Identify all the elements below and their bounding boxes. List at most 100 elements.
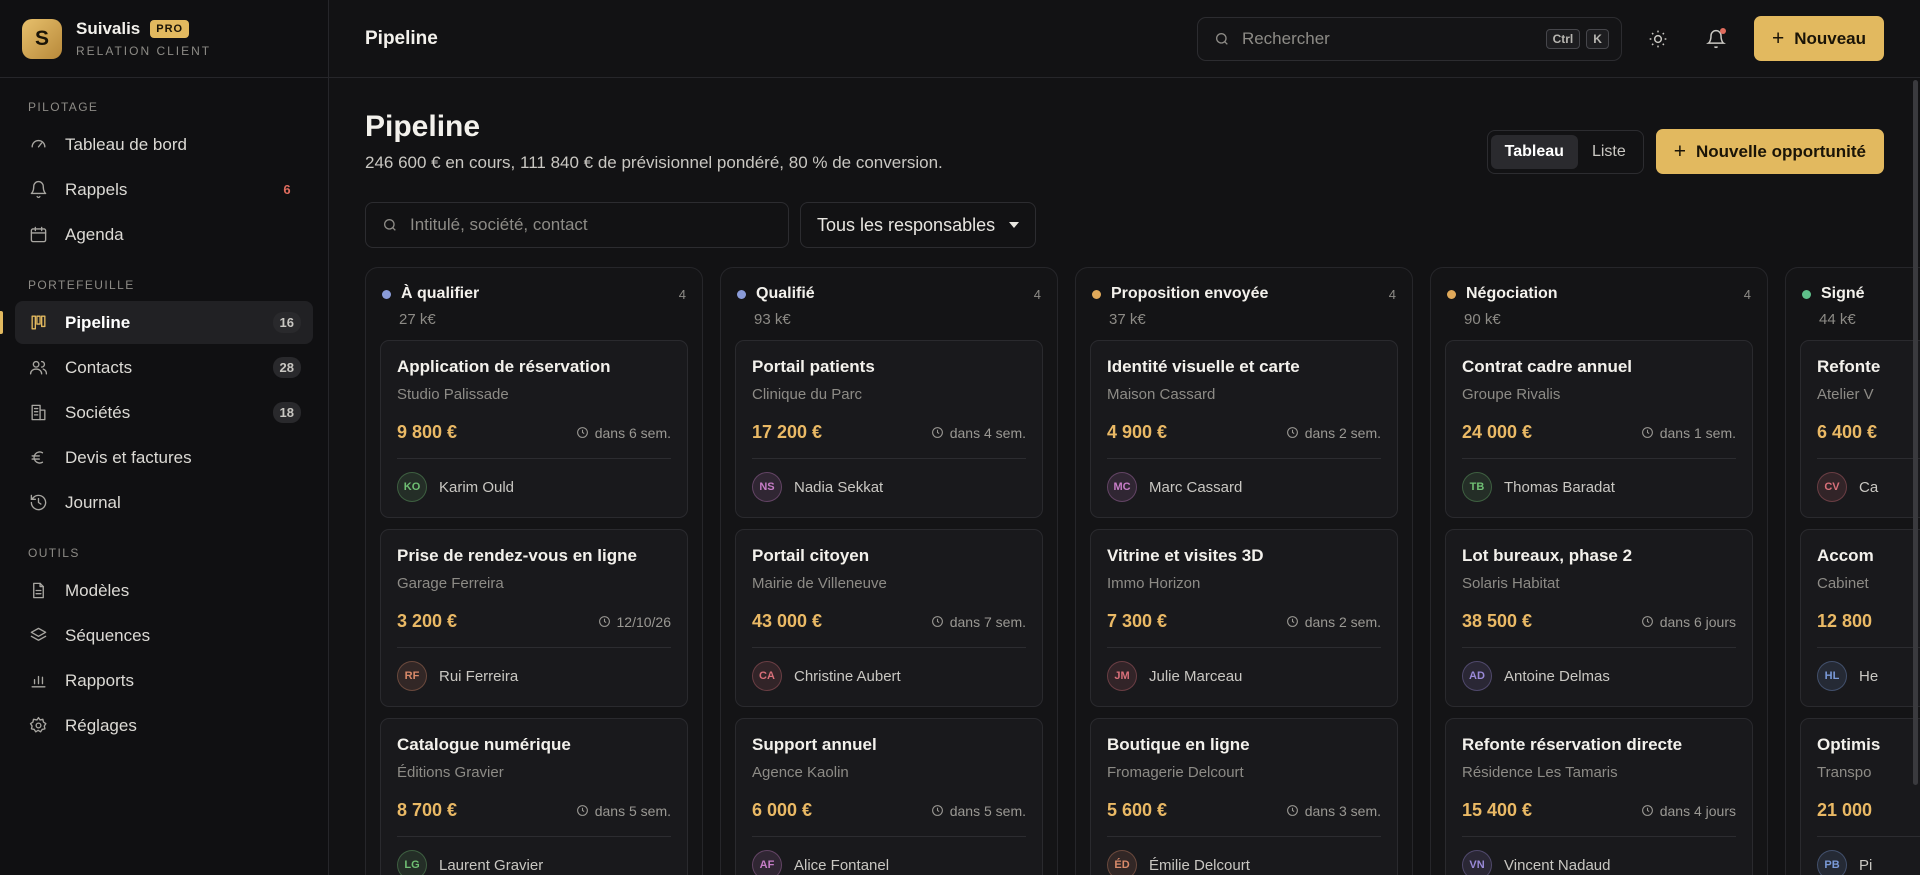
opportunity-owner: HL He: [1817, 661, 1920, 691]
opportunity-card[interactable]: Catalogue numérique Éditions Gravier 8 7…: [380, 718, 688, 875]
count-badge: 18: [272, 402, 301, 423]
owner-select-value: Tous les responsables: [817, 214, 996, 235]
opportunity-company: Fromagerie Delcourt: [1107, 764, 1244, 781]
notification-dot: [1719, 27, 1726, 34]
stage-dot: [382, 289, 391, 299]
avatar: HL: [1817, 661, 1847, 691]
filters-bar: Intitulé, société, contact Tous les resp…: [329, 202, 1920, 248]
brand-subtitle: RELATION CLIENT: [76, 44, 212, 58]
view-tab-tableau[interactable]: Tableau: [1490, 135, 1578, 169]
sidebar-item-societes[interactable]: Sociétés 18: [15, 391, 313, 434]
notifications-button[interactable]: [1694, 17, 1738, 61]
gear-icon: [28, 716, 48, 736]
due-date: dans 1 sem.: [1641, 425, 1736, 441]
due-date-text: dans 7 sem.: [949, 613, 1026, 630]
opportunity-card[interactable]: Portail patients Clinique du Parc 17 200…: [735, 340, 1043, 518]
sidebar-item-reglages[interactable]: Réglages: [15, 704, 313, 747]
opportunity-owner: PB Pi: [1817, 850, 1920, 875]
opportunity-card[interactable]: Vitrine et visites 3D Immo Horizon 7 300…: [1090, 529, 1398, 707]
opportunity-card[interactable]: Lot bureaux, phase 2 Solaris Habitat 38 …: [1445, 529, 1753, 707]
nav-section-title: OUTILS: [28, 546, 80, 560]
search-icon: [1214, 31, 1230, 47]
scrollbar[interactable]: [1913, 80, 1918, 785]
view-tab-liste[interactable]: Liste: [1578, 135, 1640, 169]
due-date: dans 5 sem.: [576, 803, 671, 819]
opportunity-card[interactable]: Optimis Transpo 21 000 PB Pi: [1800, 718, 1920, 875]
owner-name: Nadia Sekkat: [794, 478, 884, 496]
sidebar-item-contacts[interactable]: Contacts 28: [15, 346, 313, 389]
theme-toggle-button[interactable]: [1636, 17, 1680, 61]
opportunity-owner: RF Rui Ferreira: [397, 661, 671, 691]
opportunity-card[interactable]: Contrat cadre annuel Groupe Rivalis 24 0…: [1445, 340, 1753, 518]
opportunity-card[interactable]: Prise de rendez-vous en ligne Garage Fer…: [380, 529, 688, 707]
due-date-text: dans 3 sem.: [1304, 802, 1381, 819]
opportunity-owner: MC Marc Cassard: [1107, 472, 1381, 502]
opportunity-title: Refonte réservation directe: [1462, 735, 1683, 754]
avatar: TB: [1462, 472, 1492, 502]
due-date: 12/10/26: [598, 614, 671, 630]
users-icon: [28, 358, 48, 378]
chevron-down-icon: [1009, 222, 1020, 228]
clock-icon: [1286, 615, 1305, 628]
sidebar-item-rappels[interactable]: Rappels 6: [15, 168, 313, 211]
stage-dot: [737, 289, 746, 299]
opportunity-company: Résidence Les Tamaris: [1462, 764, 1618, 781]
sidebar-nav: PILOTAGE Tableau de bord Rappels 6 Agend…: [0, 100, 328, 747]
global-search-input[interactable]: Rechercher Ctrl K: [1196, 16, 1622, 61]
owner-select[interactable]: Tous les responsables: [800, 202, 1037, 248]
plus-icon: +: [1771, 27, 1785, 50]
owner-name: Alice Fontanel: [794, 856, 890, 874]
sidebar-item-tableau-de-bord[interactable]: Tableau de bord: [15, 123, 313, 166]
due-date: dans 3 sem.: [1286, 803, 1381, 819]
sidebar-item-pipeline[interactable]: Pipeline 16: [0, 301, 313, 344]
sidebar-item-label: Rapports: [65, 670, 134, 690]
sidebar-item-devis-et-factures[interactable]: Devis et factures: [15, 436, 313, 479]
column-title: Qualifié: [756, 285, 815, 302]
page-title: Pipeline: [365, 110, 481, 143]
opportunity-card[interactable]: Portail citoyen Mairie de Villeneuve 43 …: [735, 529, 1043, 707]
pipeline-search-input[interactable]: Intitulé, société, contact: [365, 202, 789, 248]
sidebar-item-journal[interactable]: Journal: [15, 481, 313, 524]
clock-icon: [1286, 804, 1305, 817]
opportunity-card[interactable]: Boutique en ligne Fromagerie Delcourt 5 …: [1090, 718, 1398, 875]
avatar: AF: [752, 850, 782, 875]
due-date: dans 4 sem.: [931, 425, 1026, 441]
brand[interactable]: S Suivalis PRO RELATION CLIENT: [0, 0, 328, 78]
opportunity-owner: AF Alice Fontanel: [752, 850, 1026, 875]
opportunity-card[interactable]: Accom Cabinet 12 800 HL He: [1800, 529, 1920, 707]
opportunity-amount: 12 800: [1817, 611, 1873, 631]
avatar: JM: [1107, 661, 1137, 691]
sidebar-item-label: Rappels: [65, 179, 128, 199]
opportunity-company: Mairie de Villeneuve: [752, 575, 887, 592]
opportunity-card[interactable]: Identité visuelle et carte Maison Cassar…: [1090, 340, 1398, 518]
clock-icon: [1641, 804, 1660, 817]
opportunity-title: Portail patients: [752, 357, 875, 376]
topbar-title: Pipeline: [365, 27, 438, 49]
opportunity-card[interactable]: Support annuel Agence Kaolin 6 000 € dan…: [735, 718, 1043, 875]
avatar: CV: [1817, 472, 1847, 502]
sidebar-item-rapports[interactable]: Rapports: [15, 659, 313, 702]
column-total: 93 k€: [754, 311, 791, 328]
clock-icon: [931, 804, 950, 817]
opportunity-title: Identité visuelle et carte: [1107, 357, 1300, 376]
pro-badge: PRO: [150, 20, 190, 38]
new-opportunity-button[interactable]: + Nouvelle opportunité: [1655, 129, 1884, 174]
owner-name: Christine Aubert: [794, 667, 901, 685]
opportunity-card[interactable]: Application de réservation Studio Paliss…: [380, 340, 688, 518]
file-icon: [28, 581, 48, 601]
opportunity-card[interactable]: Refonte Atelier V 6 400 € CV Ca: [1800, 340, 1920, 518]
due-date: dans 2 sem.: [1286, 425, 1381, 441]
sidebar-item-agenda[interactable]: Agenda: [15, 213, 313, 256]
avatar: KO: [397, 472, 427, 502]
sidebar-item-modeles[interactable]: Modèles: [15, 569, 313, 612]
sidebar: S Suivalis PRO RELATION CLIENT PILOTAGE …: [0, 0, 329, 875]
opportunity-card[interactable]: Refonte réservation directe Résidence Le…: [1445, 718, 1753, 875]
avatar: ÉD: [1107, 850, 1137, 875]
new-button[interactable]: + Nouveau: [1753, 16, 1884, 61]
pipeline-column-negociation: Négociation 4 90 k€ Contrat cadre annuel…: [1430, 267, 1768, 875]
sidebar-item-sequences[interactable]: Séquences: [15, 614, 313, 657]
layers-icon: [28, 626, 48, 646]
due-date-text: dans 5 sem.: [594, 802, 671, 819]
view-toggle: Tableau Liste: [1486, 130, 1644, 174]
bar-chart-icon: [28, 671, 48, 691]
